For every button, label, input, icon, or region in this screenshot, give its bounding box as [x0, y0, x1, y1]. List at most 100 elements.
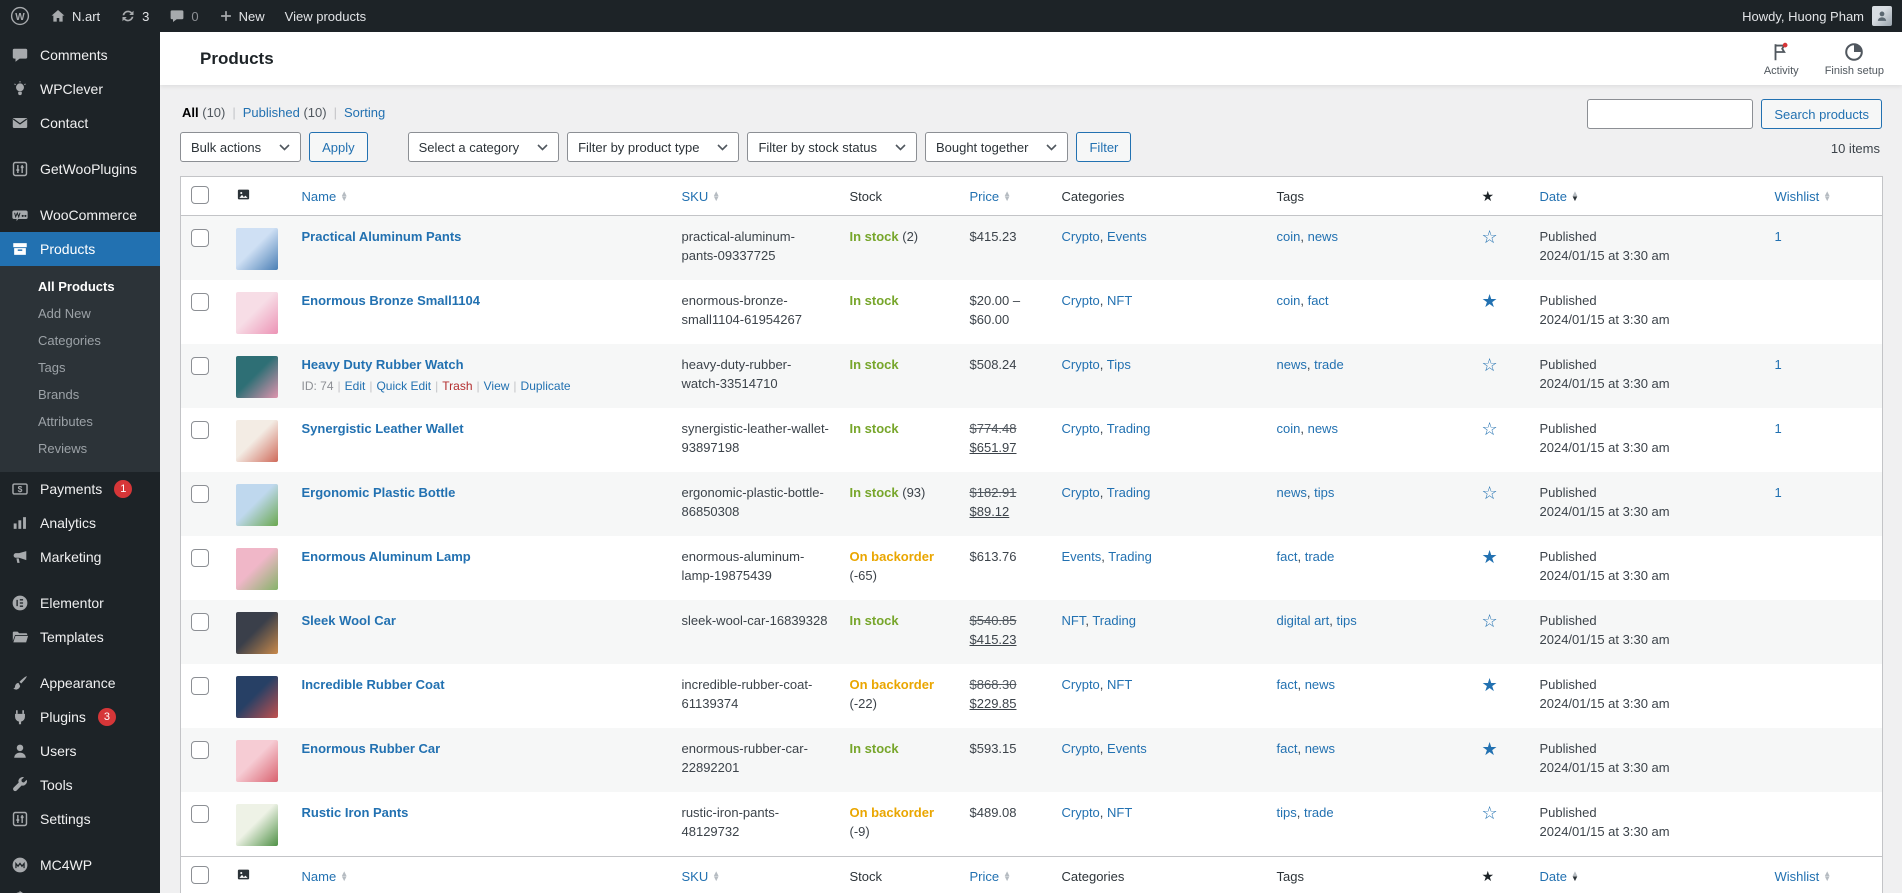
sort-by-price[interactable]: Price ▲ ▼ [959, 856, 1052, 893]
row-checkbox[interactable] [191, 485, 209, 503]
activity-button[interactable]: Activity [1764, 41, 1799, 77]
comments-link[interactable]: 0 [159, 0, 208, 32]
sort-by-date[interactable]: Date ▲ ▼ [1529, 176, 1765, 216]
sidebar-subitem-categories[interactable]: Categories [0, 327, 160, 354]
term-link[interactable]: news [1277, 485, 1307, 500]
product-thumbnail[interactable] [235, 484, 278, 526]
sidebar-subitem-tags[interactable]: Tags [0, 354, 160, 381]
sidebar-item-tools[interactable]: Tools [0, 768, 160, 802]
sidebar-item-woocommerce[interactable]: WooCommerce [0, 198, 160, 232]
term-link[interactable]: NFT [1107, 293, 1132, 308]
term-link[interactable]: Crypto [1062, 421, 1100, 436]
sidebar-subitem-reviews[interactable]: Reviews [0, 435, 160, 462]
row-checkbox[interactable] [191, 229, 209, 247]
sidebar-item-mc4wp[interactable]: MC4WP [0, 848, 160, 882]
product-name-link[interactable]: Ergonomic Plastic Bottle [302, 485, 456, 500]
sidebar-item-templates[interactable]: Templates [0, 620, 160, 654]
featured-star-filled-icon[interactable]: ★ [1482, 675, 1498, 695]
sort-by-sku[interactable]: SKU ▲ ▼ [671, 176, 840, 216]
product-name-link[interactable]: Practical Aluminum Pants [302, 229, 462, 244]
term-link[interactable]: coin [1277, 293, 1301, 308]
finish-setup-button[interactable]: Finish setup [1825, 41, 1884, 77]
featured-star-filled-icon[interactable]: ★ [1482, 739, 1498, 759]
user-avatar[interactable] [1872, 6, 1892, 26]
term-link[interactable]: NFT [1062, 613, 1086, 628]
sidebar-subitem-attributes[interactable]: Attributes [0, 408, 160, 435]
term-link[interactable]: Events [1107, 741, 1147, 756]
term-link[interactable]: Trading [1108, 549, 1152, 564]
term-link[interactable]: trade [1305, 549, 1335, 564]
term-link[interactable]: trade [1304, 805, 1334, 820]
sidebar-item-users[interactable]: Users [0, 734, 160, 768]
product-name-link[interactable]: Incredible Rubber Coat [302, 677, 445, 692]
product-thumbnail[interactable] [235, 804, 278, 846]
sidebar-item-contact[interactable]: Contact [0, 106, 160, 140]
bulk-actions-select[interactable]: Bulk actions [180, 132, 302, 162]
product-name-link[interactable]: Heavy Duty Rubber Watch [302, 357, 464, 372]
featured-star-outline-icon[interactable]: ☆ [1482, 611, 1498, 631]
sort-by-price[interactable]: Price ▲ ▼ [959, 176, 1052, 216]
product-thumbnail[interactable] [235, 228, 278, 270]
featured-star-filled-icon[interactable]: ★ [1482, 547, 1498, 567]
sort-by-wishlist[interactable]: Wishlist ▲ ▼ [1764, 856, 1883, 893]
bought-together-select[interactable]: Bought together [924, 132, 1069, 162]
search-input[interactable] [1587, 99, 1754, 129]
wordpress-logo-icon[interactable]: W [0, 0, 40, 32]
sort-by-date[interactable]: Date ▲ ▼ [1529, 856, 1765, 893]
term-link[interactable]: fact [1277, 549, 1298, 564]
term-link[interactable]: Crypto [1062, 741, 1100, 756]
row-action-duplicate[interactable]: Duplicate [521, 379, 571, 393]
product-thumbnail[interactable] [235, 740, 278, 782]
row-action-view[interactable]: View [484, 379, 510, 393]
term-link[interactable]: Crypto [1062, 485, 1100, 500]
term-link[interactable]: fact [1277, 677, 1298, 692]
row-action-edit[interactable]: Edit [345, 379, 366, 393]
wishlist-count-link[interactable]: 1 [1775, 421, 1782, 436]
row-action-trash[interactable]: Trash [442, 379, 472, 393]
term-link[interactable]: Crypto [1062, 357, 1100, 372]
term-link[interactable]: Trading [1092, 613, 1136, 628]
product-name-link[interactable]: Rustic Iron Pants [302, 805, 409, 820]
term-link[interactable]: trade [1314, 357, 1344, 372]
term-link[interactable]: fact [1308, 293, 1329, 308]
sidebar-item-products[interactable]: Products [0, 232, 160, 266]
sidebar-item-getwooplugins[interactable]: GetWooPlugins [0, 152, 160, 186]
wishlist-count-link[interactable]: 1 [1775, 229, 1782, 244]
wishlist-count-link[interactable]: 1 [1775, 357, 1782, 372]
term-link[interactable]: tips [1277, 805, 1297, 820]
product-name-link[interactable]: Enormous Rubber Car [302, 741, 441, 756]
sidebar-item-appearance[interactable]: Appearance [0, 666, 160, 700]
howdy-greeting[interactable]: Howdy, Huong Pham [1742, 9, 1864, 24]
term-link[interactable]: Trading [1107, 485, 1151, 500]
stock-status-select[interactable]: Filter by stock status [747, 132, 917, 162]
term-link[interactable]: news [1308, 229, 1338, 244]
featured-star-filled-icon[interactable]: ★ [1482, 291, 1498, 311]
term-link[interactable]: Crypto [1062, 805, 1100, 820]
sidebar-item-elementor[interactable]: Elementor [0, 586, 160, 620]
row-checkbox[interactable] [191, 357, 209, 375]
row-action-quick-edit[interactable]: Quick Edit [376, 379, 431, 393]
product-name-link[interactable]: Enormous Aluminum Lamp [302, 549, 471, 564]
row-checkbox[interactable] [191, 677, 209, 695]
product-name-link[interactable]: Enormous Bronze Small1104 [302, 293, 480, 308]
sidebar-item-comments[interactable]: Comments [0, 38, 160, 72]
term-link[interactable]: tips [1314, 485, 1334, 500]
sidebar-subitem-all-products[interactable]: All Products [0, 273, 160, 300]
category-select[interactable]: Select a category [407, 132, 560, 162]
term-link[interactable]: Events [1062, 549, 1102, 564]
term-link[interactable]: NFT [1107, 677, 1132, 692]
term-link[interactable]: news [1277, 357, 1307, 372]
term-link[interactable]: Crypto [1062, 293, 1100, 308]
site-name-link[interactable]: N.art [40, 0, 110, 32]
featured-star-outline-icon[interactable]: ☆ [1482, 355, 1498, 375]
product-thumbnail[interactable] [235, 612, 278, 654]
featured-star-outline-icon[interactable]: ☆ [1482, 227, 1498, 247]
filter-button[interactable]: Filter [1076, 132, 1132, 162]
featured-star-outline-icon[interactable]: ☆ [1482, 803, 1498, 823]
product-thumbnail[interactable] [235, 292, 278, 334]
featured-star-outline-icon[interactable]: ☆ [1482, 419, 1498, 439]
sort-by-wishlist[interactable]: Wishlist ▲ ▼ [1764, 176, 1883, 216]
updates-link[interactable]: 3 [110, 0, 159, 32]
sidebar-item-plugins[interactable]: Plugins 3 [0, 700, 160, 734]
row-checkbox[interactable] [191, 613, 209, 631]
